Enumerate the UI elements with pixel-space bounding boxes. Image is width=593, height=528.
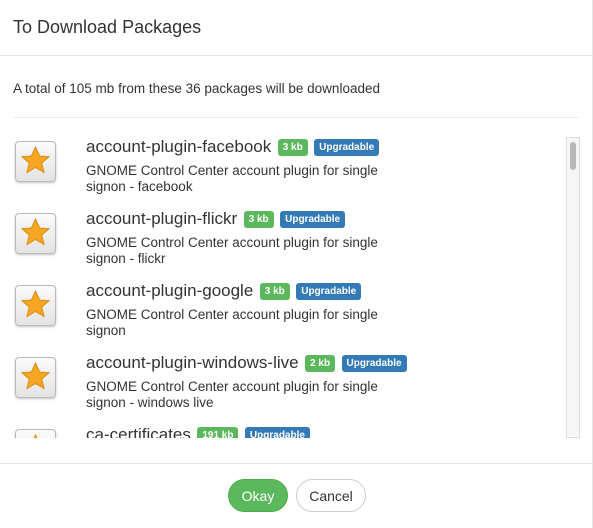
okay-button[interactable]: Okay [228, 479, 288, 512]
package-title-row: account-plugin-google 3 kb Upgradable [86, 281, 362, 301]
summary-divider [13, 117, 579, 118]
package-icon-box [15, 285, 56, 326]
package-title-row: ca-certificates 191 kb Upgradable [86, 425, 310, 438]
status-badge: Upgradable [244, 426, 310, 438]
footer-divider [0, 463, 592, 464]
download-packages-dialog: To Download Packages A total of 105 mb f… [0, 0, 593, 528]
size-badge: 191 kb [197, 426, 239, 438]
package-icon-box [15, 141, 56, 182]
status-badge: Upgradable [280, 210, 346, 228]
cancel-button[interactable]: Cancel [296, 479, 366, 512]
package-item: account-plugin-facebook 3 kb Upgradable … [13, 131, 563, 203]
star-icon [20, 217, 51, 246]
status-badge: Upgradable [341, 354, 407, 372]
package-description: GNOME Control Center account plugin for … [86, 379, 378, 410]
package-name: account-plugin-flickr [86, 209, 238, 228]
package-item: account-plugin-google 3 kb Upgradable GN… [13, 275, 563, 347]
package-title-row: account-plugin-windows-live 2 kb Upgrada… [86, 353, 407, 373]
status-badge: Upgradable [314, 138, 380, 156]
status-badge: Upgradable [296, 282, 362, 300]
package-name: account-plugin-windows-live [86, 353, 299, 372]
package-list-scrollbar[interactable] [566, 137, 580, 438]
dialog-title: To Download Packages [13, 17, 202, 37]
star-icon [20, 289, 51, 318]
package-icon-box [15, 429, 56, 438]
package-title-row: account-plugin-facebook 3 kb Upgradable [86, 137, 380, 157]
size-badge: 3 kb [259, 282, 290, 300]
download-summary: A total of 105 mb from these 36 packages… [13, 81, 380, 96]
scrollbar-thumb[interactable] [570, 142, 576, 170]
package-title-row: account-plugin-flickr 3 kb Upgradable [86, 209, 346, 229]
package-item: account-plugin-flickr 3 kb Upgradable GN… [13, 203, 563, 275]
star-icon [20, 145, 51, 174]
package-description: GNOME Control Center account plugin for … [86, 235, 378, 266]
package-item: account-plugin-windows-live 2 kb Upgrada… [13, 347, 563, 419]
star-icon [33, 433, 38, 438]
package-name: account-plugin-google [86, 281, 254, 300]
package-icon-box [15, 357, 56, 398]
package-name: ca-certificates [86, 425, 191, 438]
package-list[interactable]: account-plugin-facebook 3 kb Upgradable … [13, 131, 583, 438]
dialog-header: To Download Packages [0, 0, 592, 56]
star-icon [20, 361, 51, 390]
package-description: GNOME Control Center account plugin for … [86, 307, 378, 338]
size-badge: 3 kb [243, 210, 274, 228]
package-description: GNOME Control Center account plugin for … [86, 163, 378, 194]
package-item: ca-certificates 191 kb Upgradable [13, 419, 563, 438]
size-badge: 2 kb [305, 354, 336, 372]
size-badge: 3 kb [277, 138, 308, 156]
package-name: account-plugin-facebook [86, 137, 272, 156]
package-icon-box [15, 213, 56, 254]
